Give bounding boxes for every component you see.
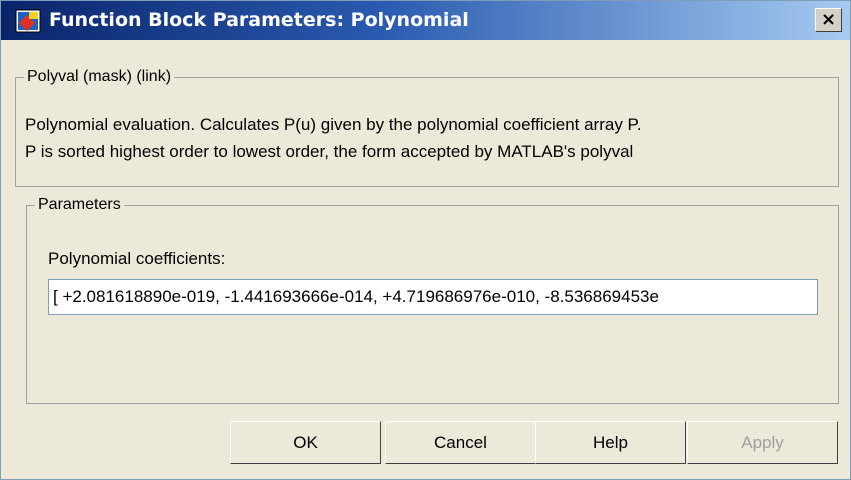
description-line-1: Polynomial evaluation. Calculates P(u) g…: [25, 115, 642, 134]
simulink-block-icon: [15, 9, 41, 33]
coefficients-value: [ +2.081618890e-019, -1.441693666e-014, …: [53, 287, 659, 306]
parameters-group-legend: Parameters: [35, 195, 124, 215]
window-title: Function Block Parameters: Polynomial: [49, 9, 469, 31]
dialog-window: Function Block Parameters: Polynomial × …: [0, 0, 851, 480]
cancel-button[interactable]: Cancel: [385, 421, 536, 464]
description-group-legend: Polyval (mask) (link): [24, 67, 175, 87]
ok-button[interactable]: OK: [230, 421, 381, 464]
help-button[interactable]: Help: [535, 421, 686, 464]
coefficients-input[interactable]: [ +2.081618890e-019, -1.441693666e-014, …: [48, 279, 818, 315]
coefficients-label: Polynomial coefficients:: [48, 249, 226, 268]
apply-button[interactable]: Apply: [687, 421, 838, 464]
description-line-2: P is sorted highest order to lowest orde…: [25, 142, 634, 161]
close-button[interactable]: ×: [815, 8, 842, 32]
title-bar[interactable]: Function Block Parameters: Polynomial ×: [1, 1, 850, 40]
